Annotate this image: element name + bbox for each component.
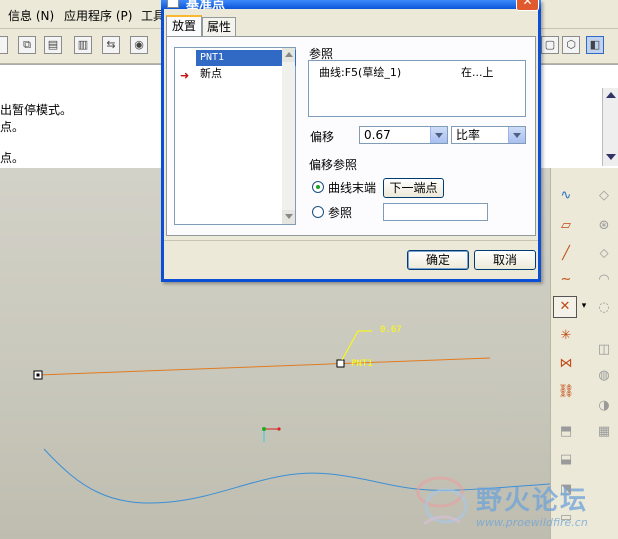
dimension-value: 0.67	[380, 325, 402, 335]
offset-reference-label: 偏移参照	[309, 158, 358, 172]
feature-icon[interactable]: ◇	[593, 186, 615, 208]
cancel-button[interactable]: 取消	[474, 250, 536, 270]
datum-point-icon[interactable]: ✕	[553, 296, 577, 318]
csys-icon[interactable]: ✳	[555, 326, 577, 348]
feature-icon[interactable]: ◑	[593, 396, 615, 418]
offset-type: 比率	[456, 128, 481, 142]
csys-origin	[262, 427, 266, 431]
offset-label: 偏移	[310, 130, 335, 144]
reference-entry-name: 曲线:F5(草绘_1)	[319, 66, 402, 79]
radio-curve-end[interactable]	[312, 181, 324, 193]
cut-icon[interactable]	[0, 36, 8, 54]
divider	[164, 240, 538, 241]
point-list-scrollbar[interactable]	[282, 48, 295, 224]
watermark: 野火论坛 www.proewildfire.cn	[410, 466, 618, 539]
feature-icon[interactable]: ◫	[593, 340, 615, 362]
reference-field[interactable]	[383, 203, 488, 221]
message-scrollbar[interactable]	[602, 88, 618, 166]
offset-value: 0.67	[364, 128, 391, 142]
feature-icon[interactable]: ▦	[593, 422, 615, 444]
chevron-down-icon[interactable]	[508, 127, 525, 143]
list-item[interactable]: 新点	[196, 66, 226, 82]
close-icon[interactable]: ✕	[516, 0, 539, 11]
scroll-up-icon[interactable]	[282, 48, 295, 62]
find-icon[interactable]: ◉	[130, 36, 148, 54]
offset-value-combo[interactable]: 0.67	[359, 126, 448, 144]
pattern-icon[interactable]: ⬒	[555, 422, 577, 444]
arrow-right-icon: ➜	[180, 69, 190, 82]
watermark-logo	[416, 476, 468, 526]
datum-curve-icon[interactable]: ∼	[555, 270, 577, 292]
list-item[interactable]: PNT1	[196, 50, 296, 66]
menu-info[interactable]: 信息 (N)	[8, 7, 54, 24]
scroll-down-icon[interactable]	[606, 154, 616, 160]
dimension-leader	[341, 330, 372, 361]
ok-button[interactable]: 确定	[407, 250, 469, 270]
next-endpoint-button[interactable]: 下一端点	[383, 178, 444, 198]
paste-icon[interactable]: ▤	[44, 36, 62, 54]
feature-icon[interactable]: ⊛	[593, 216, 615, 238]
feature-icon[interactable]: ◌	[593, 298, 615, 320]
menu-applications[interactable]: 应用程序 (P)	[64, 7, 132, 24]
datum-axis-icon[interactable]: ╱	[555, 244, 577, 266]
wireframe-icon[interactable]: ◧	[586, 36, 604, 54]
dialog-title: 基准点	[186, 0, 226, 12]
chain-icon[interactable]: ⛓	[555, 382, 577, 404]
datum-point-pnt1	[336, 359, 345, 368]
watermark-title: 野火论坛	[476, 486, 589, 516]
feature-icon[interactable]: ⬦	[593, 244, 615, 266]
radio-reference-label[interactable]: 参照	[328, 204, 352, 221]
datum-curve-line	[37, 357, 491, 376]
offset-type-combo[interactable]: 比率	[451, 126, 526, 144]
chevron-down-icon[interactable]: ▾	[578, 296, 590, 318]
feature-icon[interactable]: ◍	[593, 366, 615, 388]
paste-special-icon[interactable]: ▥	[74, 36, 92, 54]
sketch-tool-icon[interactable]: ∿	[555, 186, 577, 208]
datum-plane-icon[interactable]: ▱	[555, 216, 577, 238]
scroll-up-icon[interactable]	[606, 92, 616, 98]
reference-collector[interactable]: 曲线:F5(草绘_1) 在...上	[308, 60, 526, 117]
chevron-down-icon[interactable]	[430, 127, 447, 143]
radio-curve-end-label[interactable]: 曲线末端	[328, 179, 376, 196]
radio-reference[interactable]	[312, 206, 324, 218]
message-line: 点。	[0, 151, 25, 165]
view-icon[interactable]: ▢	[541, 36, 559, 54]
copy-icon[interactable]: ⧉	[18, 36, 36, 54]
feature-icon[interactable]: ◠	[593, 270, 615, 292]
tab-properties[interactable]: 属性	[202, 17, 236, 36]
message-line: 出暂停模式。	[0, 103, 73, 117]
scroll-down-icon[interactable]	[282, 210, 295, 224]
point-label: PNT1	[351, 359, 373, 369]
analysis-icon[interactable]: ⋈	[555, 354, 577, 376]
message-line: 点。	[0, 120, 25, 134]
reference-entry-type: 在...上	[461, 66, 494, 79]
point-list[interactable]: PNT1 ➜ 新点	[174, 47, 296, 225]
regenerate-icon[interactable]: ⇆	[102, 36, 120, 54]
shading-icon[interactable]: ⬡	[562, 36, 580, 54]
watermark-url: www.proewildfire.cn	[476, 516, 588, 529]
tab-placement[interactable]: 放置	[166, 15, 202, 36]
dialog-app-icon	[167, 0, 179, 8]
